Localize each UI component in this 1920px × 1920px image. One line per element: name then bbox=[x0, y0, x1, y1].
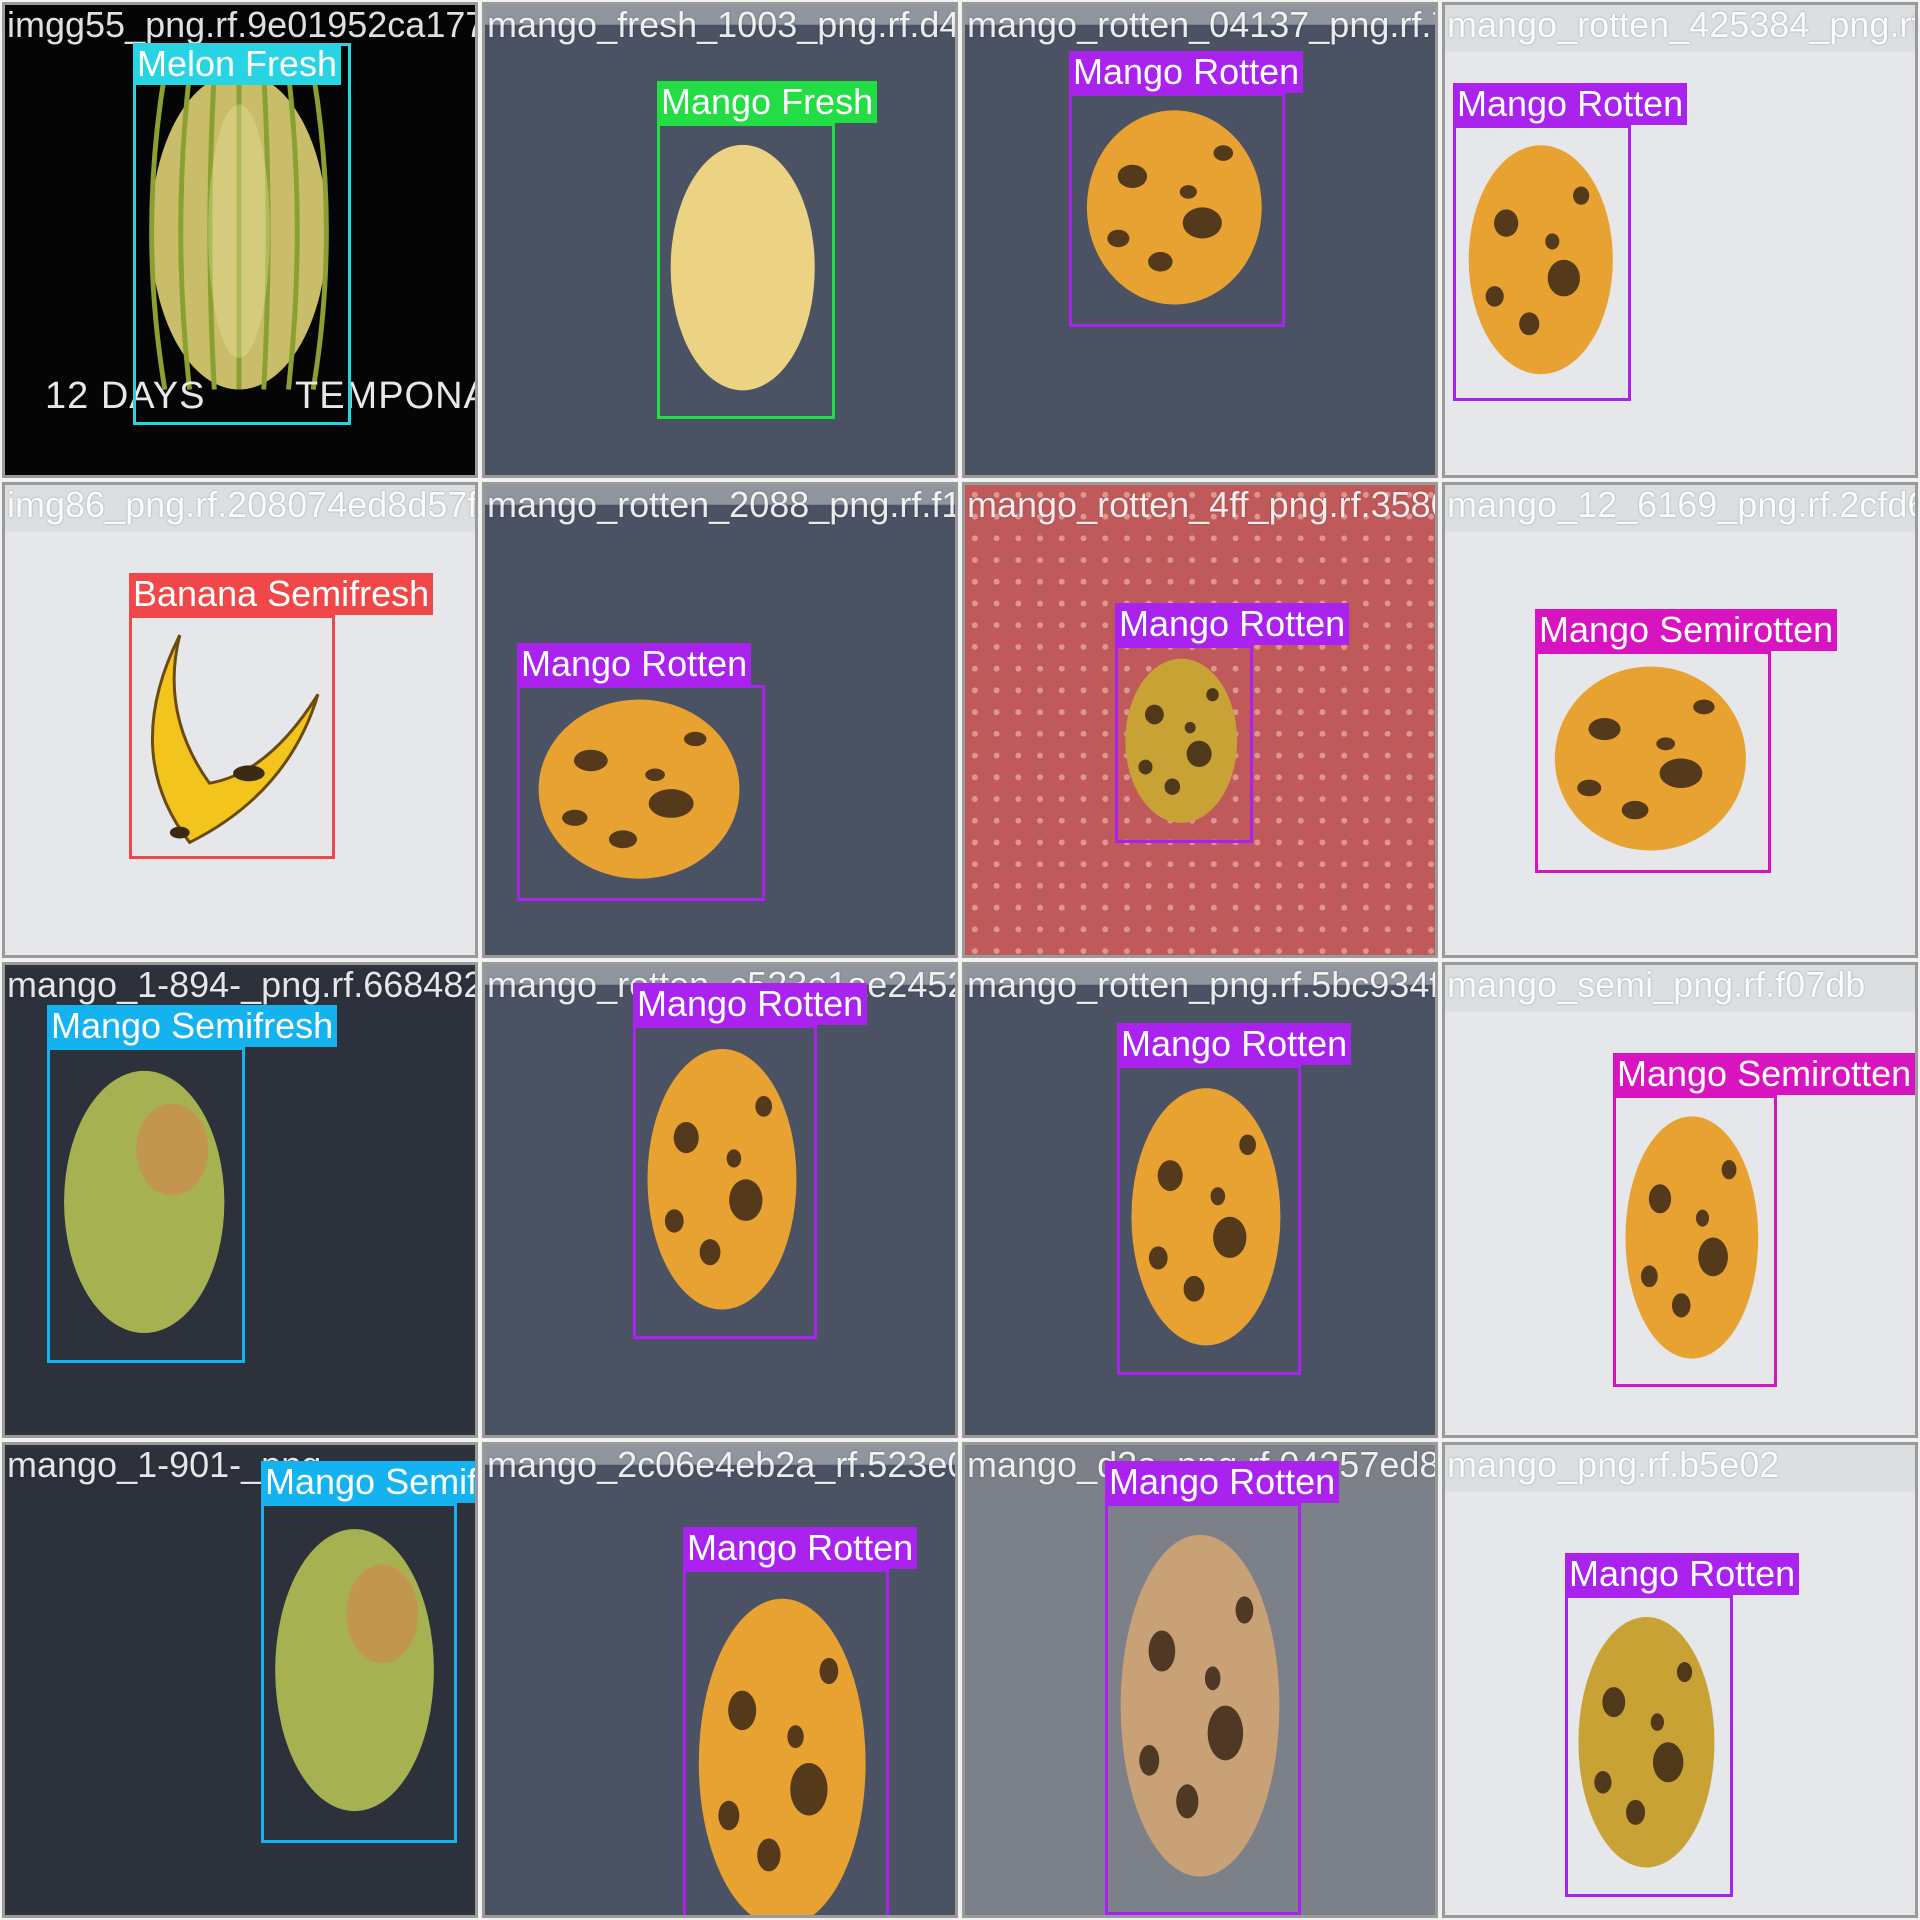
image-filename: mango_rotten_4ff_png.rf.3580c0c8ab293124… bbox=[967, 484, 1435, 525]
detection-box: Mango Rotten bbox=[1453, 83, 1688, 401]
image-filename: mango_png.rf.b5e02 bbox=[1447, 1444, 1780, 1485]
detection-label: Mango Rotten bbox=[1069, 51, 1304, 93]
detection-box: Mango Semifresh bbox=[47, 1005, 338, 1363]
detection-label: Mango Rotten bbox=[517, 643, 752, 685]
image-filename: mango_2c06e4eb2a_rf.523e0 bbox=[487, 1444, 958, 1485]
detection-label: Mango Rotten bbox=[1105, 1461, 1340, 1503]
detection-label: Mango Semifresh bbox=[47, 1005, 338, 1047]
image-tile: mango_semi_png.rf.f07db Mango Semirotten bbox=[1442, 962, 1918, 1438]
image-tile: mango_png.rf.b5e02 Mango Rotten bbox=[1442, 1442, 1918, 1918]
detection-label: Mango Semirotten bbox=[1613, 1053, 1915, 1095]
image-tile: mango_fresh_1003_png.rf.d4d156c496c5963e… bbox=[482, 2, 958, 478]
image-tile: mango_rotten_04137_png.rf.7b8df9e4a5e04 M… bbox=[962, 2, 1438, 478]
detection-label: Mango Rotten bbox=[1565, 1553, 1800, 1595]
detection-label: Banana Semifresh bbox=[129, 573, 434, 615]
detection-label: Melon Fresh bbox=[133, 43, 342, 85]
image-tile: mango_d2a_png.rf.04357ed8652e4a698fedMan… bbox=[962, 1442, 1438, 1918]
detection-box: Mango Rotten bbox=[517, 643, 765, 901]
detection-box: Mango Fresh bbox=[657, 81, 878, 419]
detection-label: Mango Semifresh bbox=[261, 1461, 475, 1503]
image-filename: imgg55_png.rf.9e01952ca177c6e1982e3701 bbox=[7, 4, 475, 45]
image-filename: mango_1-894-_png.rf.668482ba2a9d bbox=[7, 964, 475, 1005]
detection-box: Mango Semifresh bbox=[261, 1461, 475, 1843]
image-tile: mango_2c06e4eb2a_rf.523e0 Mango Rotten bbox=[482, 1442, 958, 1918]
image-filename: mango_12_6169_png.rf.2cfd6a bbox=[1447, 484, 1918, 525]
detection-box: Mango Rotten bbox=[1115, 603, 1350, 843]
detection-box: Mango Rotten bbox=[1565, 1553, 1800, 1897]
image-tile: mango_1-894-_png.rf.668482ba2a9dMango Se… bbox=[2, 962, 478, 1438]
detection-label: Mango Rotten bbox=[633, 983, 868, 1025]
detection-box: Melon Fresh bbox=[133, 43, 351, 425]
detection-box: Mango Rotten bbox=[1117, 1023, 1352, 1375]
detection-label: Mango Rotten bbox=[1117, 1023, 1352, 1065]
image-tile: mango_rotten_4ff_png.rf.3580c0c8ab293124… bbox=[962, 482, 1438, 958]
image-filename: mango_rotten_2088_png.rf.f13e73149ebd77f… bbox=[487, 484, 955, 525]
detection-box: Mango Rotten bbox=[683, 1527, 918, 1915]
detection-box: Mango Rotten bbox=[633, 983, 868, 1339]
image-tile: 12 DAYSTEMPONAUTimgg55_png.rf.9e01952ca1… bbox=[2, 2, 478, 478]
image-filename: mango_rotten_png.rf.5bc934f3eda3e387e4 bbox=[967, 964, 1435, 1005]
image-tile: mango_rotten_2088_png.rf.f13e73149ebd77f… bbox=[482, 482, 958, 958]
image-filename: mango_semi_png.rf.f07db bbox=[1447, 964, 1866, 1005]
detection-box: Mango Semirotten bbox=[1613, 1053, 1915, 1387]
image-filename: img86_png.rf.208074ed8d57f15838470017247… bbox=[7, 484, 478, 525]
image-tile: mango_1-901-_pngMango Semifresh bbox=[2, 1442, 478, 1918]
image-tile: mango_rotten_425384_png.rf.f8aeca Mango R… bbox=[1442, 2, 1918, 478]
mosaic-grid: 12 DAYSTEMPONAUTimgg55_png.rf.9e01952ca1… bbox=[0, 0, 1920, 1920]
detection-box: Mango Rotten bbox=[1105, 1461, 1340, 1915]
image-filename: mango_rotten_425384_png.rf.f8aeca bbox=[1447, 4, 1915, 45]
detection-label: Mango Rotten bbox=[1453, 83, 1688, 125]
detection-box: Mango Semirotten bbox=[1535, 609, 1838, 873]
image-tile: mango_12_6169_png.rf.2cfd6a Mango Semirot… bbox=[1442, 482, 1918, 958]
detection-label: Mango Rotten bbox=[683, 1527, 918, 1569]
image-tile: mango_rotten_c523e1ae2452376097Mango Rot… bbox=[482, 962, 958, 1438]
detection-box: Mango Rotten bbox=[1069, 51, 1304, 327]
image-filename: mango_fresh_1003_png.rf.d4d156c496c5963e bbox=[487, 4, 958, 45]
image-filename: mango_rotten_04137_png.rf.7b8df9e4a5e04 bbox=[967, 4, 1435, 45]
detection-label: Mango Semirotten bbox=[1535, 609, 1838, 651]
image-tile: img86_png.rf.208074ed8d57f15838470017247… bbox=[2, 482, 478, 958]
detection-label: Mango Fresh bbox=[657, 81, 878, 123]
detection-label: Mango Rotten bbox=[1115, 603, 1350, 645]
image-tile: mango_rotten_png.rf.5bc934f3eda3e387e4 Ma… bbox=[962, 962, 1438, 1438]
detection-box: Banana Semifresh bbox=[129, 573, 434, 859]
